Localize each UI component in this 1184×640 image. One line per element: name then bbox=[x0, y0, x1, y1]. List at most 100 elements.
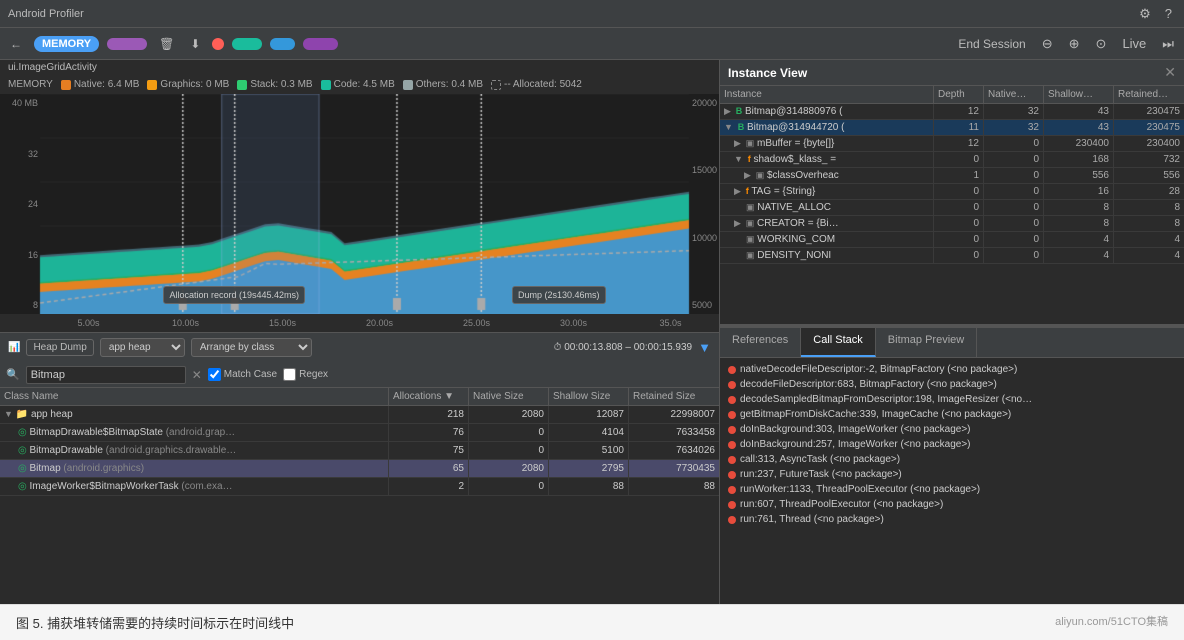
expand-icon: ▶ bbox=[744, 170, 751, 180]
cs-item[interactable]: run:761, Thread (<no package>) bbox=[720, 512, 1184, 527]
time-10s: 10.00s bbox=[137, 318, 234, 328]
save-button[interactable]: ⬇ bbox=[186, 35, 204, 53]
back-button[interactable]: ← bbox=[6, 35, 26, 53]
depth-cell: 0 bbox=[934, 200, 984, 215]
tabs-row: References Call Stack Bitmap Preview bbox=[720, 328, 1184, 358]
instance-row[interactable]: ▣ WORKING_COM 0 0 4 4 bbox=[720, 232, 1184, 248]
retained-cell: 4 bbox=[1114, 232, 1184, 247]
native-cell: 0 bbox=[984, 168, 1044, 183]
cs-item[interactable]: decodeSampledBitmapFromDescriptor:198, I… bbox=[720, 392, 1184, 407]
instance-table-header: Instance Depth Native… Shallow… Retained… bbox=[720, 86, 1184, 104]
pill-3 bbox=[270, 38, 295, 50]
match-case-label[interactable]: Match Case bbox=[208, 368, 277, 381]
filter-icon[interactable]: ▼ bbox=[698, 340, 711, 355]
table-row[interactable]: ◎ ImageWorker$BitmapWorkerTask (com.exa…… bbox=[0, 478, 719, 496]
allocated-dot bbox=[491, 80, 501, 90]
settings-icon[interactable]: ⚙ bbox=[1135, 4, 1155, 24]
table-row-selected[interactable]: ◎ Bitmap (android.graphics) 65 2080 2795… bbox=[0, 460, 719, 478]
instance-name-cell: ▣ WORKING_COM bbox=[720, 232, 934, 247]
tab-callstack[interactable]: Call Stack bbox=[801, 328, 876, 357]
depth-cell: 12 bbox=[934, 104, 984, 119]
cs-item[interactable]: call:313, AsyncTask (<no package>) bbox=[720, 452, 1184, 467]
table-row[interactable]: ◎ BitmapDrawable (android.graphics.drawa… bbox=[0, 442, 719, 460]
instance-row-selected[interactable]: ▼ B Bitmap@314944720 ( 11 32 43 230475 bbox=[720, 120, 1184, 136]
retained-cell: 230400 bbox=[1114, 136, 1184, 151]
heap-select[interactable]: app heap image heap zygote heap bbox=[100, 338, 185, 357]
time-25s: 25.00s bbox=[428, 318, 525, 328]
match-case-checkbox[interactable] bbox=[208, 368, 221, 381]
time-30s: 30.00s bbox=[525, 318, 622, 328]
tab-references[interactable]: References bbox=[720, 328, 801, 357]
caption: 图 5. 捕获堆转储需要的持续时间标示在时间线中 aliyun.com/51CT… bbox=[0, 604, 1184, 640]
th-shallow[interactable]: Shallow Size bbox=[549, 388, 629, 405]
chart-legend: MEMORY Native: 6.4 MB Graphics: 0 MB Sta… bbox=[0, 75, 719, 94]
native-label: Native: 6.4 MB bbox=[74, 79, 140, 90]
expand-icon: ▶ bbox=[734, 138, 741, 148]
instance-row[interactable]: ▶ ▣ CREATOR = {Bi… 0 0 8 8 bbox=[720, 216, 1184, 232]
instance-row[interactable]: ▣ NATIVE_ALLOC 0 0 8 8 bbox=[720, 200, 1184, 216]
class-icon: ◎ bbox=[18, 481, 27, 492]
cs-item[interactable]: decodeFileDescriptor:683, BitmapFactory … bbox=[720, 377, 1184, 392]
table-row[interactable]: ▼ 📁 app heap 218 2080 12087 22998007 bbox=[0, 406, 719, 424]
th-retained[interactable]: Retained Size bbox=[629, 388, 719, 405]
sync-icon[interactable]: ⊙ bbox=[1092, 34, 1111, 54]
help-icon[interactable]: ? bbox=[1161, 4, 1176, 23]
end-session-button[interactable]: End Session bbox=[954, 35, 1029, 53]
delete-button[interactable]: 🗑 bbox=[155, 35, 178, 53]
search-input[interactable] bbox=[26, 366, 186, 384]
instance-row[interactable]: ▶ f TAG = {String} 0 0 16 28 bbox=[720, 184, 1184, 200]
th-native[interactable]: Native Size bbox=[469, 388, 549, 405]
cs-item[interactable]: run:237, FutureTask (<no package>) bbox=[720, 467, 1184, 482]
instance-row[interactable]: ▣ DENSITY_NONI 0 0 4 4 bbox=[720, 248, 1184, 264]
folder-icon: 📁 bbox=[16, 409, 28, 420]
skip-end-icon[interactable]: ⏭ bbox=[1158, 34, 1178, 54]
regex-checkbox[interactable] bbox=[283, 368, 296, 381]
plus-icon[interactable]: ⊕ bbox=[1065, 34, 1084, 54]
instance-row[interactable]: ▶ ▣ mBuffer = {byte[]} 12 0 230400 23040… bbox=[720, 136, 1184, 152]
native-cell: 0 bbox=[469, 478, 549, 495]
cs-item[interactable]: doInBackground:257, ImageWorker (<no pac… bbox=[720, 437, 1184, 452]
shallow-cell: 4 bbox=[1044, 248, 1114, 263]
cs-item[interactable]: nativeDecodeFileDescriptor:-2, BitmapFac… bbox=[720, 362, 1184, 377]
record-dot[interactable] bbox=[212, 38, 224, 50]
table-header: Class Name Allocations ▼ Native Size Sha… bbox=[0, 388, 719, 406]
cs-item[interactable]: doInBackground:303, ImageWorker (<no pac… bbox=[720, 422, 1184, 437]
ith-retained[interactable]: Retained… bbox=[1114, 86, 1184, 103]
memory-label: MEMORY bbox=[34, 36, 99, 52]
ith-shallow[interactable]: Shallow… bbox=[1044, 86, 1114, 103]
instance-row[interactable]: ▼ f shadow$_klass_ = 0 0 168 732 bbox=[720, 152, 1184, 168]
panel-title: Instance View bbox=[728, 66, 807, 80]
th-allocations[interactable]: Allocations ▼ bbox=[389, 388, 469, 405]
heap-icon: 📊 bbox=[8, 342, 20, 353]
cs-item[interactable]: run:607, ThreadPoolExecutor (<no package… bbox=[720, 497, 1184, 512]
graphics-label: Graphics: 0 MB bbox=[160, 79, 229, 90]
instance-row[interactable]: ▶ ▣ $classOverheac 1 0 556 556 bbox=[720, 168, 1184, 184]
minus-icon[interactable]: ⊖ bbox=[1038, 34, 1057, 54]
chart-container[interactable]: 40 MB 32 24 16 8 20000 15000 10000 5000 … bbox=[0, 94, 719, 314]
tab-bitmap-preview[interactable]: Bitmap Preview bbox=[876, 328, 977, 357]
heap-dump-button[interactable]: Heap Dump bbox=[26, 339, 93, 356]
instance-row[interactable]: ▶ B Bitmap@314880976 ( 12 32 43 230475 bbox=[720, 104, 1184, 120]
field-icon: ▣ bbox=[746, 218, 755, 228]
cs-item[interactable]: getBitmapFromDiskCache:339, ImageCache (… bbox=[720, 407, 1184, 422]
bitmap-icon: B bbox=[736, 106, 743, 116]
shallow-cell: 12087 bbox=[549, 406, 629, 423]
others-label: Others: 0.4 MB bbox=[416, 79, 483, 90]
field-icon: ▣ bbox=[734, 250, 755, 260]
ith-native[interactable]: Native… bbox=[984, 86, 1044, 103]
class-name-cell: ◎ BitmapDrawable (android.graphics.drawa… bbox=[0, 442, 389, 459]
depth-cell: 0 bbox=[934, 152, 984, 167]
retained-cell: 22998007 bbox=[629, 406, 719, 423]
th-classname[interactable]: Class Name bbox=[0, 388, 389, 405]
cs-item[interactable]: runWorker:1133, ThreadPoolExecutor (<no … bbox=[720, 482, 1184, 497]
ith-instance[interactable]: Instance bbox=[720, 86, 934, 103]
ith-depth[interactable]: Depth bbox=[934, 86, 984, 103]
arrange-select[interactable]: Arrange by class Arrange by package Arra… bbox=[191, 338, 312, 357]
watermark: aliyun.com/51CTO集稿 bbox=[1055, 613, 1168, 629]
close-button[interactable]: ✕ bbox=[1164, 64, 1176, 81]
table-row[interactable]: ◎ BitmapDrawable$BitmapState (android.gr… bbox=[0, 424, 719, 442]
regex-label[interactable]: Regex bbox=[283, 368, 328, 381]
clear-search-button[interactable]: ✕ bbox=[192, 368, 202, 382]
shallow-cell: 168 bbox=[1044, 152, 1114, 167]
search-bar: 🔍 ✕ Match Case Regex bbox=[0, 362, 719, 388]
